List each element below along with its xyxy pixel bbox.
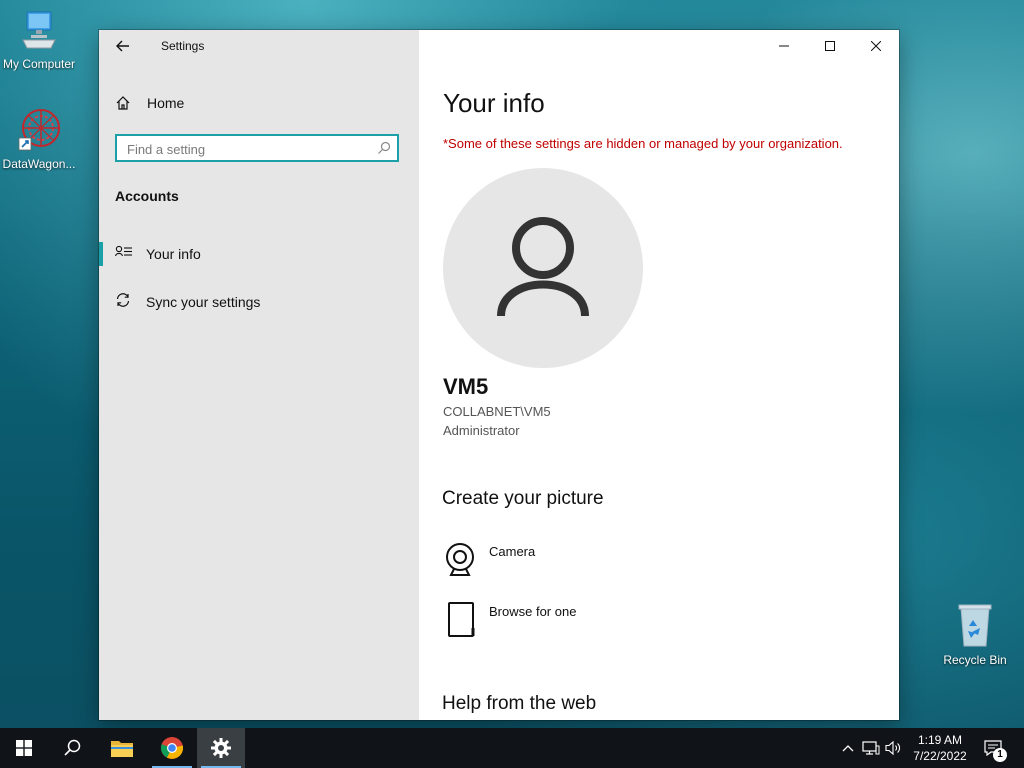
network-button[interactable] — [861, 738, 881, 758]
page-title: Your info — [443, 88, 545, 118]
clock[interactable]: 1:19 AM 7/22/2022 — [908, 732, 972, 764]
close-button[interactable] — [853, 30, 899, 62]
title-bar[interactable]: Settings — [99, 30, 419, 62]
sync-icon — [116, 293, 130, 307]
file-explorer-icon — [111, 741, 133, 757]
maximize-button[interactable] — [807, 30, 853, 62]
user-name: VM5 — [443, 374, 489, 399]
desktop-icon-datawagon[interactable]: DataWagon... — [0, 106, 81, 171]
back-button[interactable] — [109, 34, 137, 58]
network-icon — [862, 741, 880, 755]
desktop-icon-my-computer[interactable]: My Computer — [0, 10, 81, 71]
search-box[interactable] — [115, 134, 399, 162]
chevron-up-icon — [842, 745, 854, 752]
create-picture-heading: Create your picture — [442, 488, 604, 509]
clock-date: 7/22/2022 — [913, 749, 967, 763]
volume-button[interactable] — [884, 738, 904, 758]
volume-icon — [885, 740, 900, 756]
taskbar-file-explorer[interactable] — [98, 728, 146, 768]
home-icon — [116, 96, 130, 110]
start-button[interactable] — [0, 728, 48, 768]
datawagon-icon — [0, 106, 81, 155]
sidebar-item-home[interactable]: Home — [99, 86, 419, 120]
search-icon[interactable] — [377, 141, 391, 155]
show-hidden-icons-button[interactable] — [838, 738, 858, 758]
sidebar-item-sync-settings[interactable]: Sync your settings — [99, 284, 419, 318]
start-icon — [16, 740, 32, 756]
window-controls — [761, 30, 899, 62]
desktop-icon-label: Recycle Bin — [943, 653, 1007, 667]
taskbar-chrome[interactable] — [148, 728, 196, 768]
search-icon — [64, 739, 81, 756]
browse-option[interactable]: Browse for one — [443, 602, 743, 642]
app-title: Settings — [161, 39, 205, 53]
browse-icon — [448, 602, 475, 637]
settings-window: Settings Home Accounts Your i — [99, 30, 899, 720]
sidebar-item-label: Sync your settings — [146, 294, 261, 310]
camera-option[interactable]: Camera — [443, 542, 743, 582]
user-silhouette-icon — [497, 217, 589, 317]
computer-icon — [0, 10, 81, 55]
search-input[interactable] — [125, 139, 369, 159]
taskbar-search-button[interactable] — [48, 728, 96, 768]
managed-by-organization-note: *Some of these settings are hidden or ma… — [443, 136, 843, 151]
sidebar: Settings Home Accounts Your i — [99, 30, 419, 720]
recycle-bin-icon — [933, 602, 1017, 651]
sidebar-item-label: Home — [147, 95, 185, 111]
browse-option-label: Browse for one — [489, 604, 577, 619]
desktop-icon-label: My Computer — [2, 57, 76, 71]
taskbar-settings[interactable] — [197, 728, 245, 768]
section-title-accounts: Accounts — [115, 188, 179, 204]
minimize-icon — [779, 45, 789, 47]
main-panel: Your info *Some of these settings are hi… — [419, 30, 899, 720]
settings-icon — [211, 738, 231, 758]
taskbar: 1:19 AM 7/22/2022 1 — [0, 728, 1024, 768]
chrome-icon — [160, 737, 184, 759]
back-arrow-icon — [116, 40, 129, 52]
camera-option-label: Camera — [489, 544, 536, 559]
desktop-icon-recycle-bin[interactable]: Recycle Bin — [933, 602, 1017, 667]
clock-time: 1:19 AM — [917, 733, 963, 747]
maximize-icon — [825, 41, 835, 51]
help-from-web-heading: Help from the web — [442, 693, 597, 714]
close-icon — [871, 41, 881, 51]
user-role: Administrator — [443, 423, 520, 438]
avatar — [443, 168, 643, 368]
contact-card-icon — [115, 245, 132, 257]
desktop-icon-label: DataWagon... — [2, 157, 76, 171]
user-account: COLLABNET\VM5 — [443, 404, 551, 419]
sidebar-item-label: Your info — [146, 246, 201, 262]
camera-icon — [446, 543, 474, 576]
notification-count-badge: 1 — [993, 748, 1007, 762]
minimize-button[interactable] — [761, 30, 807, 62]
sidebar-item-your-info[interactable]: Your info — [99, 236, 419, 270]
